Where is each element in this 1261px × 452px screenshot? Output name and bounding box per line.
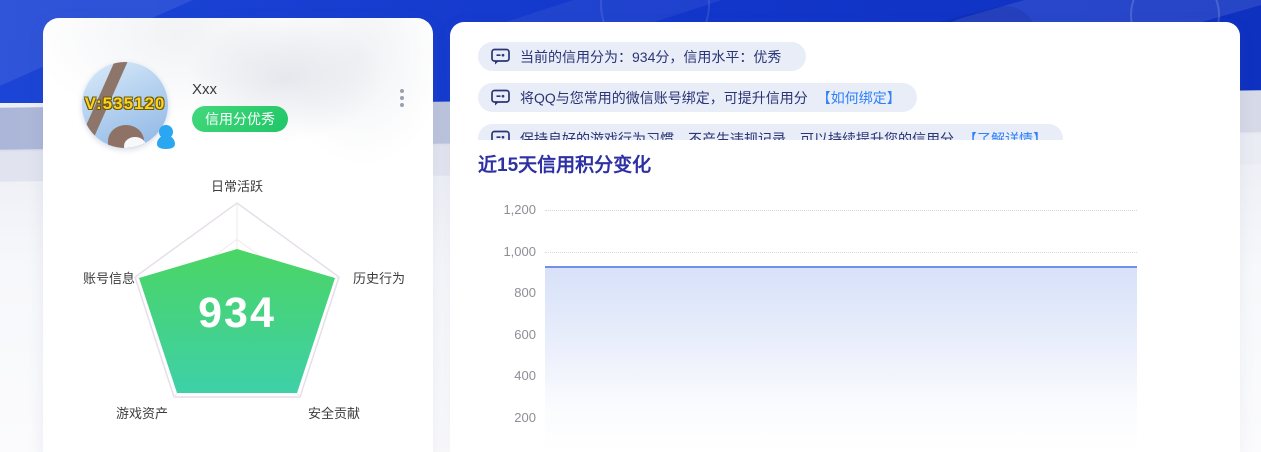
message-list: 当前的信用分为：934分，信用水平：优秀 将QQ与您常用的微信账号绑定，可提升信… <box>478 38 1210 140</box>
credit-radar-chart: 934 日常活跃 历史行为 安全贡献 游戏资产 账号信息 <box>43 170 433 442</box>
credit-message: 保持良好的游戏行为习惯，不产生违规记录，可以持续提升您的信用分 【了解详情】 <box>478 124 1063 140</box>
credit-score-value: 934 <box>198 289 276 337</box>
username: Xxx <box>192 81 218 98</box>
qq-penguin-icon <box>156 124 176 155</box>
avatar-art <box>124 137 146 148</box>
credit-message: 将QQ与您常用的微信账号绑定，可提升信用分 【如何绑定】 <box>478 83 917 112</box>
radar-axis-label: 游戏资产 <box>116 406 168 421</box>
chat-bubble-icon <box>490 130 511 140</box>
radar-axis-label: 日常活跃 <box>211 179 263 194</box>
radar-axis-label: 安全贡献 <box>308 406 360 421</box>
message-row: 当前的信用分为：934分，信用水平：优秀 <box>478 42 1210 71</box>
credit-detail-panel: 当前的信用分为：934分，信用水平：优秀 将QQ与您常用的微信账号绑定，可提升信… <box>450 22 1240 452</box>
y-axis-tick: 800 <box>514 285 536 301</box>
radar-axis-label: 历史行为 <box>353 271 405 286</box>
gridline-1200 <box>545 210 1137 211</box>
y-axis-tick: 200 <box>514 410 536 425</box>
message-text: 保持良好的游戏行为习惯，不产生违规记录，可以持续提升您的信用分 <box>520 130 954 141</box>
credit-score-area-series <box>545 266 1137 452</box>
message-row-clipped: 保持良好的游戏行为习惯，不产生违规记录，可以持续提升您的信用分 【了解详情】 <box>478 124 1210 140</box>
credit-level-badge: 信用分优秀 <box>192 106 288 132</box>
y-axis-tick: 1,200 <box>503 202 536 217</box>
message-link[interactable]: 【了解详情】 <box>963 129 1047 141</box>
message-row: 将QQ与您常用的微信账号绑定，可提升信用分 【如何绑定】 <box>478 83 1210 112</box>
radar-axis-label: 账号信息 <box>83 271 135 286</box>
chat-bubble-icon <box>490 48 511 66</box>
gridline-1000 <box>545 251 1137 253</box>
credit-message: 当前的信用分为：934分，信用水平：优秀 <box>478 42 807 71</box>
kebab-menu-icon[interactable] <box>395 84 409 112</box>
y-axis-tick: 600 <box>514 326 536 342</box>
profile-card: V:535120 Xxx 信用分优秀 934 日常活跃 历史行为 安全贡献 游戏… <box>43 18 433 452</box>
message-text: 将QQ与您常用的微信账号绑定，可提升信用分 <box>520 89 808 106</box>
y-axis-tick: 1,000 <box>503 243 536 259</box>
chat-bubble-icon <box>490 89 511 107</box>
avatar-watermark-text: V:535120 <box>84 94 166 113</box>
chart-title: 近15天信用积分变化 <box>478 155 652 176</box>
message-text: 当前的信用分为：934分，信用水平：优秀 <box>520 48 782 65</box>
y-axis-tick: 400 <box>514 368 536 384</box>
message-link[interactable]: 【如何绑定】 <box>817 88 901 108</box>
